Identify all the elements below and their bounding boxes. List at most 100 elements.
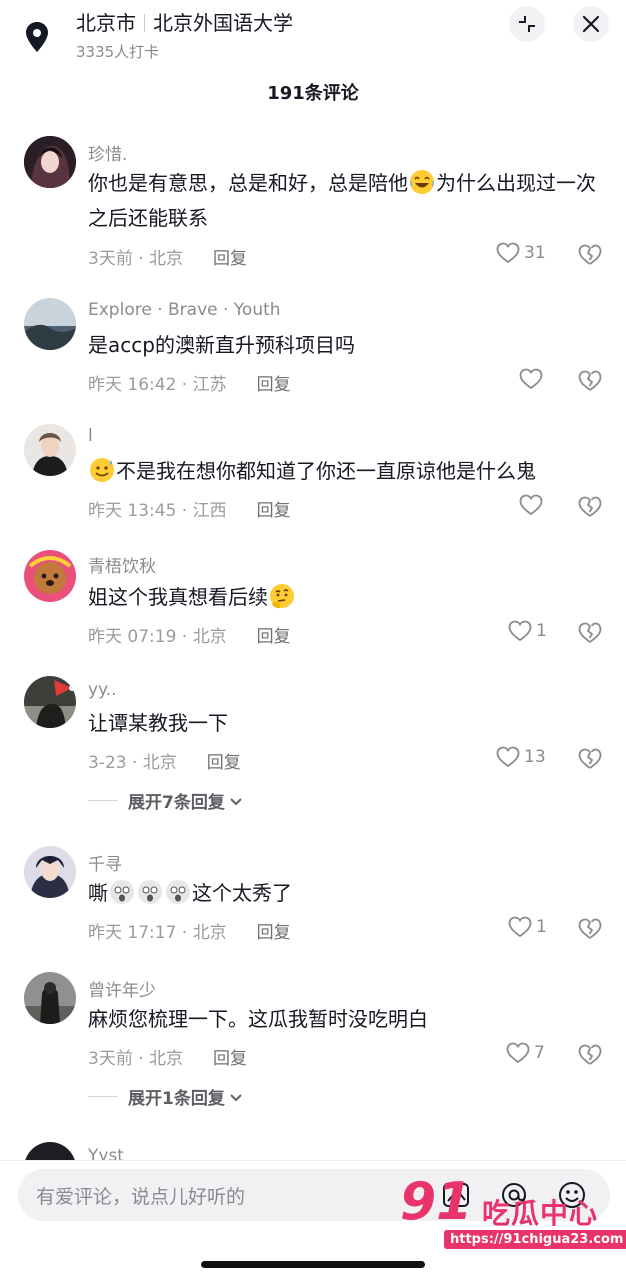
like-button[interactable]: 13 <box>496 746 546 768</box>
watermark-brand: 吃瓜中心 <box>482 1197 599 1230</box>
reply-button[interactable]: 回复 <box>213 249 247 269</box>
username[interactable]: l <box>88 426 93 446</box>
laughing-crying-emoji-icon <box>410 170 434 194</box>
input-placeholder: 有爱评论，说点儿好听的 <box>36 1186 246 1208</box>
time-location: 3天前 · 北京 <box>88 249 184 269</box>
divider <box>0 1160 626 1161</box>
city-name: 北京市 <box>76 11 136 35</box>
like-button[interactable] <box>519 494 547 516</box>
close-button[interactable] <box>573 6 609 42</box>
location-title[interactable]: 北京市 北京外国语大学 <box>76 10 293 36</box>
heart-icon <box>496 242 520 264</box>
broken-heart-icon[interactable] <box>577 243 603 267</box>
time-location: 3天前 · 北京 <box>88 1049 184 1069</box>
avatar[interactable] <box>24 846 76 898</box>
username[interactable]: 千寻 <box>88 850 122 875</box>
reply-button[interactable]: 回复 <box>257 627 291 647</box>
comment-meta: 3天前 · 北京 回复 <box>88 1044 247 1069</box>
comment-meta: 3天前 · 北京 回复 <box>88 244 247 269</box>
like-button[interactable]: 7 <box>506 1042 545 1064</box>
heart-icon <box>508 916 532 938</box>
checkin-count: 3335人打卡 <box>76 43 160 61</box>
shocked-emoji-icon <box>110 880 134 904</box>
avatar[interactable] <box>24 1142 76 1160</box>
reply-button[interactable]: 回复 <box>257 923 291 943</box>
username[interactable]: yy.. <box>88 680 117 700</box>
comment-text: 你也是有意思，总是和好，总是陪他 为什么出现过一次之后还能联系 <box>88 166 598 236</box>
time-location: 昨天 16:42 · 江苏 <box>88 375 227 395</box>
comment-item: Yyst <box>0 1142 626 1160</box>
broken-heart-icon[interactable] <box>577 621 603 645</box>
comment-meta: 昨天 17:17 · 北京 回复 <box>88 918 291 943</box>
broken-heart-icon[interactable] <box>577 747 603 771</box>
like-button[interactable]: 31 <box>496 242 546 264</box>
like-button[interactable]: 1 <box>508 916 547 938</box>
comment-meta: 昨天 07:19 · 北京 回复 <box>88 622 291 647</box>
avatar[interactable] <box>24 972 76 1024</box>
like-count: 13 <box>524 747 546 767</box>
watermark-url: https://91chigua23.com <box>444 1230 626 1249</box>
avatar[interactable] <box>24 550 76 602</box>
comment-count-title: 191条评论 <box>267 83 359 104</box>
avatar[interactable] <box>24 136 76 188</box>
expand-replies-button[interactable]: 展开1条回复 <box>88 1084 244 1109</box>
divider <box>88 1096 118 1097</box>
collapse-button[interactable] <box>509 6 545 42</box>
like-count: 7 <box>534 1043 545 1063</box>
comment-text: 不是我在想你都知道了你还一直原谅他是什么鬼 <box>88 454 608 489</box>
like-button[interactable] <box>519 368 547 390</box>
reply-button[interactable]: 回复 <box>213 1049 247 1069</box>
comment-text: 是accp的澳新直升预科项目吗 <box>88 333 355 357</box>
like-count: 31 <box>524 243 546 263</box>
comment-meta: 3-23 · 北京 回复 <box>88 748 241 773</box>
username[interactable]: Explore · Brave · Youth <box>88 300 281 320</box>
broken-heart-icon[interactable] <box>577 1043 603 1067</box>
chevron-down-icon <box>230 797 242 805</box>
watermark-number: 91 <box>400 1172 473 1232</box>
time-location: 昨天 07:19 · 北京 <box>88 627 227 647</box>
comment-text: 姐这个我真想看后续 <box>88 580 608 615</box>
like-count: 1 <box>536 621 547 641</box>
heart-icon <box>519 494 543 516</box>
username[interactable]: 曾许年少 <box>88 976 156 1001</box>
heart-icon <box>519 368 543 390</box>
comment-meta: 昨天 16:42 · 江苏 回复 <box>88 370 291 395</box>
username[interactable]: 青梧饮秋 <box>88 552 156 577</box>
like-count: 1 <box>536 917 547 937</box>
broken-heart-icon[interactable] <box>577 917 603 941</box>
collapse-icon <box>519 16 535 32</box>
expand-replies-button[interactable]: 展开7条回复 <box>88 788 244 813</box>
comment-text: 麻烦您梳理一下。这瓜我暂时没吃明白 <box>88 1007 428 1031</box>
avatar[interactable] <box>24 676 76 728</box>
reply-button[interactable]: 回复 <box>257 375 291 395</box>
chevron-down-icon <box>230 1093 242 1101</box>
reply-button[interactable]: 回复 <box>257 501 291 521</box>
avatar[interactable] <box>24 424 76 476</box>
broken-heart-icon[interactable] <box>577 495 603 519</box>
username[interactable]: 珍惜. <box>88 140 127 165</box>
time-location: 昨天 13:45 · 江西 <box>88 501 227 521</box>
shocked-emoji-icon <box>166 880 190 904</box>
like-button[interactable]: 1 <box>508 620 547 642</box>
time-location: 昨天 17:17 · 北京 <box>88 923 227 943</box>
reply-button[interactable]: 回复 <box>207 753 241 773</box>
watermark: 91 吃瓜中心 https://91chigua23.com <box>398 1172 626 1256</box>
heart-icon <box>508 620 532 642</box>
username[interactable]: Yyst <box>88 1146 124 1160</box>
home-indicator[interactable] <box>201 1261 425 1268</box>
avatar[interactable] <box>24 298 76 350</box>
divider <box>144 14 145 32</box>
place-name: 北京外国语大学 <box>153 11 293 35</box>
divider <box>88 800 118 801</box>
location-header: 北京市 北京外国语大学 3335人打卡 <box>0 0 626 62</box>
comment-meta: 昨天 13:45 · 江西 回复 <box>88 496 291 521</box>
time-location: 3-23 · 北京 <box>88 753 177 773</box>
shocked-emoji-icon <box>138 880 162 904</box>
heart-icon <box>506 1042 530 1064</box>
comment-text: 让谭某教我一下 <box>88 711 228 735</box>
close-icon <box>582 15 600 33</box>
location-pin-icon <box>26 22 48 52</box>
broken-heart-icon[interactable] <box>577 369 603 393</box>
thinking-emoji-icon <box>270 584 294 609</box>
heart-icon <box>496 746 520 768</box>
